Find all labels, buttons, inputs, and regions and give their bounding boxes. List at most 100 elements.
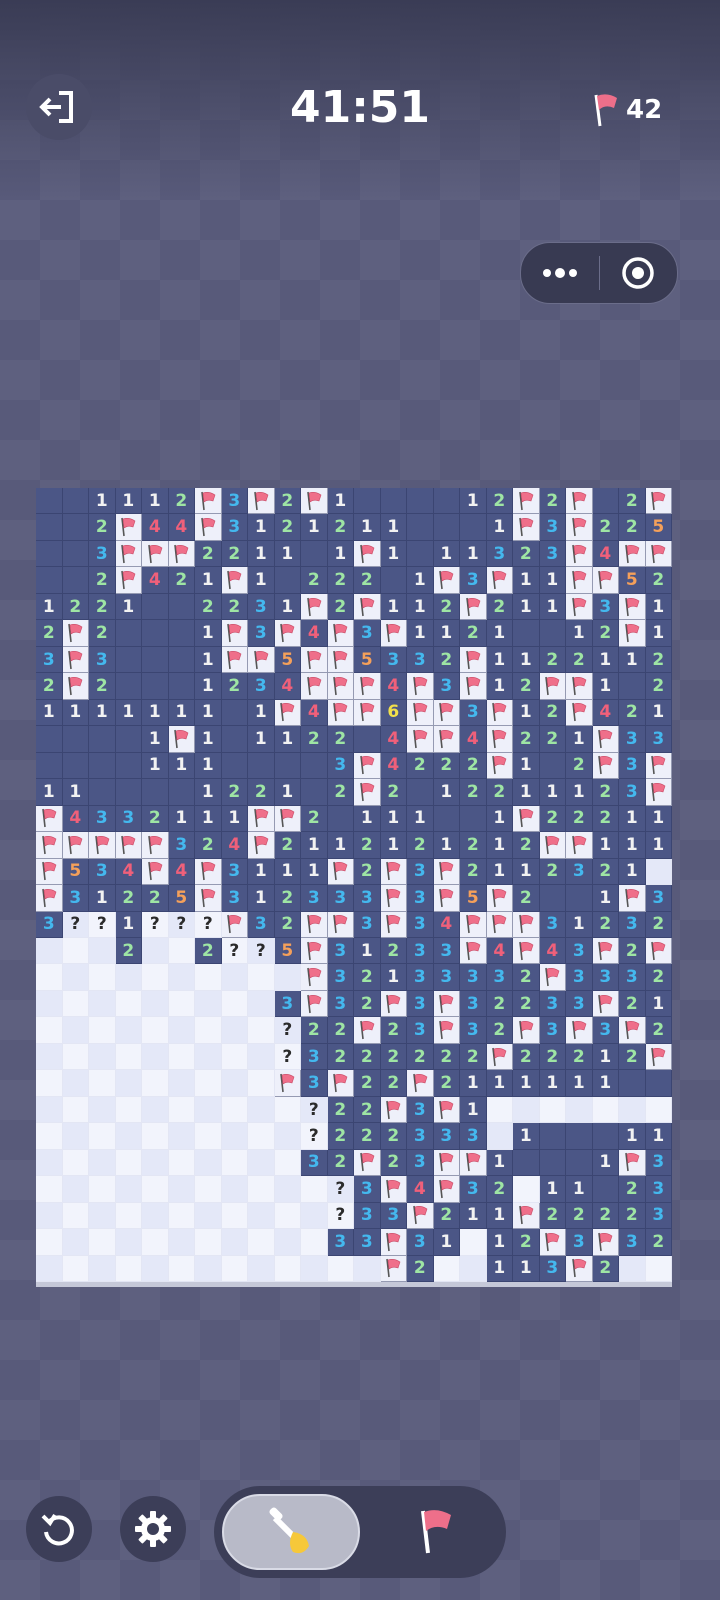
number-cell[interactable]: 1 — [195, 779, 222, 806]
hidden-cell[interactable] — [354, 1255, 381, 1283]
number-cell[interactable]: 2 — [62, 593, 89, 621]
hidden-cell[interactable] — [195, 1070, 222, 1097]
empty-cell[interactable] — [168, 673, 195, 700]
number-cell[interactable]: 5 — [274, 937, 301, 965]
number-cell[interactable]: 3 — [566, 964, 593, 991]
number-cell[interactable]: 1 — [645, 620, 672, 647]
number-cell[interactable]: 2 — [645, 567, 672, 594]
empty-cell[interactable] — [566, 885, 593, 912]
hidden-cell[interactable] — [301, 1229, 328, 1256]
number-cell[interactable]: 1 — [380, 540, 407, 568]
number-cell[interactable]: 1 — [407, 805, 434, 833]
number-cell[interactable]: 1 — [592, 1149, 619, 1177]
flagged-cell[interactable] — [645, 779, 672, 806]
number-cell[interactable]: 3 — [89, 540, 116, 568]
number-cell[interactable]: 1 — [274, 593, 301, 621]
flagged-cell[interactable] — [566, 1255, 593, 1283]
number-cell[interactable]: 2 — [539, 1043, 566, 1071]
hidden-cell[interactable] — [62, 964, 89, 991]
number-cell[interactable]: 2 — [354, 832, 381, 859]
hidden-cell[interactable] — [248, 1123, 275, 1150]
number-cell[interactable]: 4 — [592, 540, 619, 568]
hidden-cell[interactable] — [62, 990, 89, 1018]
flagged-cell[interactable] — [195, 514, 222, 541]
flagged-cell[interactable] — [539, 832, 566, 859]
number-cell[interactable]: 2 — [619, 699, 646, 727]
hidden-cell[interactable] — [142, 964, 169, 991]
hidden-cell[interactable] — [115, 990, 142, 1018]
number-cell[interactable]: 2 — [380, 1043, 407, 1071]
hidden-cell[interactable] — [274, 964, 301, 991]
empty-cell[interactable] — [36, 514, 63, 541]
hidden-cell[interactable] — [36, 1017, 63, 1044]
flagged-cell[interactable] — [619, 540, 646, 568]
flagged-cell[interactable] — [62, 620, 89, 647]
flagged-cell[interactable] — [354, 779, 381, 806]
flagged-cell[interactable] — [566, 567, 593, 594]
number-cell[interactable]: 1 — [221, 805, 248, 833]
number-cell[interactable]: 2 — [354, 964, 381, 991]
number-cell[interactable]: 1 — [460, 540, 487, 568]
flagged-cell[interactable] — [645, 488, 672, 515]
flagged-cell[interactable] — [486, 699, 513, 727]
settings-button[interactable] — [120, 1496, 186, 1562]
empty-cell[interactable] — [433, 805, 460, 833]
number-cell[interactable]: 1 — [645, 832, 672, 859]
number-cell[interactable]: 2 — [327, 1017, 354, 1044]
number-cell[interactable]: 1 — [142, 699, 169, 727]
flagged-cell[interactable] — [89, 832, 116, 859]
hidden-cell[interactable] — [195, 964, 222, 991]
flagged-cell[interactable] — [460, 673, 487, 700]
number-cell[interactable]: 2 — [327, 1123, 354, 1150]
hidden-cell[interactable] — [36, 1149, 63, 1177]
number-cell[interactable]: 1 — [168, 805, 195, 833]
number-cell[interactable]: 1 — [195, 726, 222, 753]
number-cell[interactable]: 5 — [619, 567, 646, 594]
empty-cell[interactable] — [274, 567, 301, 594]
flagged-cell[interactable] — [433, 1017, 460, 1044]
empty-cell[interactable] — [115, 646, 142, 674]
empty-cell[interactable] — [168, 593, 195, 621]
flagged-cell[interactable] — [566, 488, 593, 515]
flagged-cell[interactable] — [380, 858, 407, 886]
number-cell[interactable]: 1 — [539, 1176, 566, 1203]
number-cell[interactable]: 3 — [327, 1229, 354, 1256]
number-cell[interactable]: 1 — [195, 646, 222, 674]
empty-cell[interactable] — [62, 752, 89, 780]
number-cell[interactable]: 2 — [486, 1017, 513, 1044]
number-cell[interactable]: 4 — [168, 514, 195, 541]
hidden-cell[interactable] — [36, 1255, 63, 1283]
number-cell[interactable]: 2 — [195, 832, 222, 859]
empty-cell[interactable] — [539, 620, 566, 647]
number-cell[interactable]: 3 — [539, 1255, 566, 1283]
number-cell[interactable]: 2 — [354, 858, 381, 886]
empty-cell[interactable] — [380, 488, 407, 515]
number-cell[interactable]: 2 — [619, 937, 646, 965]
number-cell[interactable]: 1 — [380, 832, 407, 859]
number-cell[interactable]: 3 — [248, 593, 275, 621]
flagged-cell[interactable] — [327, 858, 354, 886]
empty-cell[interactable] — [142, 620, 169, 647]
number-cell[interactable]: 2 — [645, 964, 672, 991]
number-cell[interactable]: 3 — [433, 937, 460, 965]
number-cell[interactable]: 3 — [645, 1149, 672, 1177]
empty-cell[interactable] — [301, 752, 328, 780]
number-cell[interactable]: 1 — [354, 937, 381, 965]
hidden-cell[interactable] — [89, 1070, 116, 1097]
number-cell[interactable]: 3 — [380, 1202, 407, 1230]
number-cell[interactable]: 2 — [619, 514, 646, 541]
flagged-cell[interactable] — [645, 540, 672, 568]
empty-cell[interactable] — [539, 752, 566, 780]
flagged-cell[interactable] — [221, 620, 248, 647]
number-cell[interactable]: 4 — [62, 805, 89, 833]
number-cell[interactable]: 1 — [142, 752, 169, 780]
number-cell[interactable]: 1 — [168, 752, 195, 780]
number-cell[interactable]: 1 — [645, 805, 672, 833]
number-cell[interactable]: 2 — [380, 1149, 407, 1177]
hidden-cell[interactable] — [221, 1070, 248, 1097]
flagged-cell[interactable] — [433, 990, 460, 1018]
number-cell[interactable]: 4 — [221, 832, 248, 859]
hidden-cell[interactable] — [301, 1255, 328, 1283]
empty-cell[interactable] — [380, 567, 407, 594]
number-cell[interactable]: 2 — [566, 646, 593, 674]
